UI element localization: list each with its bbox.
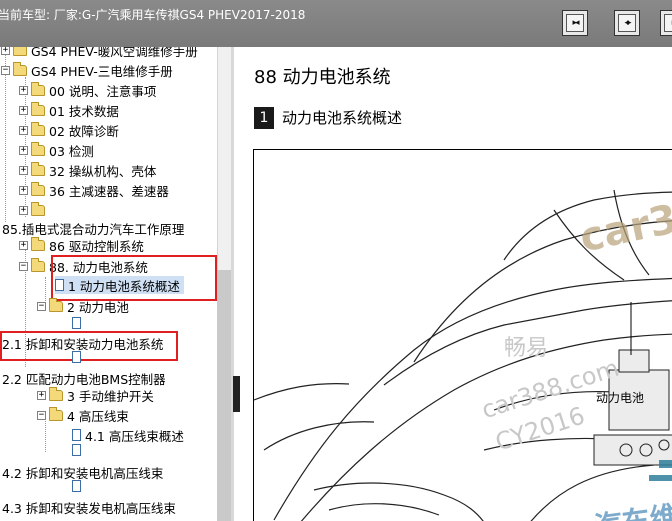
section-title: 动力电池系统概述 <box>282 109 403 127</box>
collapse-icon[interactable]: − <box>37 410 46 420</box>
expand-icon[interactable]: + <box>1 47 10 55</box>
tree-item[interactable]: + 00 说明、注意事项 <box>19 81 156 99</box>
folder-icon <box>49 386 63 401</box>
tree-item[interactable]: − GS4 PHEV-三电维修手册 <box>1 61 173 79</box>
tree-item[interactable]: + 01 技术数据 <box>19 101 119 119</box>
tree-item-label: 36 主减速器、差速器 <box>49 183 169 199</box>
folder-open-icon <box>49 406 63 421</box>
expand-icon[interactable]: + <box>37 390 46 400</box>
pane-left-icon: ▸ <box>664 14 672 32</box>
tree-item-label: 02 故障诊断 <box>49 123 119 139</box>
tree-item[interactable]: + 32 操纵机构、壳体 <box>19 161 156 179</box>
tree-item-label: 32 操纵机构、壳体 <box>49 163 157 179</box>
tree-item[interactable]: + GS4 PHEV-暖风空调维修手册 <box>1 47 198 59</box>
tree-item[interactable]: 4.1 高压线束概述 <box>72 426 184 444</box>
folder-open-icon <box>49 297 63 312</box>
expand-icon[interactable]: + <box>19 205 28 215</box>
expand-icon[interactable]: + <box>19 240 28 250</box>
collapse-pane-button[interactable]: ▸ <box>660 10 672 36</box>
tree-item-label: 2 动力电池 <box>67 299 129 315</box>
folder-icon <box>31 141 45 156</box>
pane-split-icon: ◂▸ <box>618 14 636 32</box>
tree-item[interactable]: + 03 检测 <box>19 141 94 159</box>
expand-pane-button[interactable]: ▸◂ <box>562 10 588 36</box>
tree-item-label: 4.2 拆卸和安装电机高压线束 <box>2 465 164 481</box>
expand-icon[interactable]: + <box>19 145 28 155</box>
highlight-box <box>51 255 217 301</box>
document-icon[interactable] <box>72 444 81 456</box>
folder-open-icon <box>31 257 45 272</box>
split-pane-button[interactable]: ◂▸ <box>614 10 640 36</box>
tree-item-label: 4.1 高压线束概述 <box>85 428 184 444</box>
battery-diagram: 动力电池 car388 畅易 car388.com CY2016 汽车维 <box>253 149 672 521</box>
document-view: 88 动力电池系统 1 动力电池系统概述 动力电池 car388 畅易 car3… <box>240 47 672 521</box>
vehicle-label: 当前车型: 厂家:G-广汽乘用车传祺GS4 PHEV2017-2018 <box>0 8 306 22</box>
tree-item-label: 4.3 拆卸和安装发电机高压线束 <box>2 500 176 516</box>
tree-item-label: 01 技术数据 <box>49 103 119 119</box>
tree-item-label: 4 高压线束 <box>67 408 129 424</box>
folder-icon <box>31 161 45 176</box>
scrollbar-thumb[interactable] <box>217 270 231 521</box>
pane-splitter[interactable] <box>231 47 234 521</box>
collapse-icon[interactable]: − <box>19 261 28 271</box>
folder-icon <box>31 201 45 216</box>
folder-icon <box>31 101 45 116</box>
folder-icon <box>31 236 45 251</box>
highlight-box <box>0 331 178 361</box>
tree-item[interactable]: − 4 高压线束 <box>37 406 129 424</box>
document-icon[interactable] <box>72 317 81 329</box>
tree-item[interactable]: 4.3 拆卸和安装发电机高压线束 <box>2 498 176 516</box>
folder-open-icon <box>13 61 27 76</box>
collapse-icon[interactable]: − <box>1 65 10 75</box>
battery-label: 动力电池 <box>596 391 645 405</box>
tree-item-label: 00 说明、注意事项 <box>49 83 157 99</box>
document-icon <box>72 429 81 441</box>
collapse-icon[interactable]: − <box>37 301 46 311</box>
expand-icon[interactable]: + <box>19 105 28 115</box>
expand-icon[interactable]: + <box>19 185 28 195</box>
tree-item-label: 03 检测 <box>49 143 94 159</box>
document-icon[interactable] <box>72 480 81 492</box>
folder-icon <box>31 121 45 136</box>
tree-item[interactable]: − 2 动力电池 <box>37 297 129 315</box>
folder-icon <box>31 81 45 96</box>
top-toolbar: 当前车型: 厂家:G-广汽乘用车传祺GS4 PHEV2017-2018 ▸◂ ◂… <box>0 0 672 47</box>
tree-item-label: GS4 PHEV-三电维修手册 <box>31 63 173 79</box>
folder-icon <box>31 181 45 196</box>
tree-item[interactable]: + 36 主减速器、差速器 <box>19 181 169 199</box>
expand-icon[interactable]: + <box>19 85 28 95</box>
tree-item[interactable]: + 3 手动维护开关 <box>37 386 154 404</box>
document-icon[interactable] <box>72 351 81 363</box>
manual-tree: + GS4 PHEV-暖风空调维修手册 − GS4 PHEV-三电维修手册 + … <box>0 47 217 521</box>
tree-item-label: 3 手动维护开关 <box>67 388 154 404</box>
tree-item[interactable]: + 86 驱动控制系统 <box>19 236 144 254</box>
tree-item[interactable]: + <box>19 201 49 219</box>
pane-right-icon: ▸◂ <box>566 14 584 32</box>
folder-icon <box>13 47 27 56</box>
section-number: 1 <box>254 107 274 129</box>
expand-icon[interactable]: + <box>19 165 28 175</box>
splitter-grip[interactable] <box>233 376 240 412</box>
tree-item[interactable]: 4.2 拆卸和安装电机高压线束 <box>2 463 163 481</box>
chapter-title: 88 动力电池系统 <box>254 67 391 88</box>
car-line-drawing <box>254 189 672 521</box>
tree-item-label: GS4 PHEV-暖风空调维修手册 <box>31 47 198 59</box>
tree-item[interactable]: + 02 故障诊断 <box>19 121 119 139</box>
tree-item[interactable]: 2.2 匹配动力电池BMS控制器 <box>2 369 166 387</box>
tree-item[interactable]: 85.插电式混合动力汽车工作原理 <box>2 219 184 237</box>
expand-icon[interactable]: + <box>19 125 28 135</box>
watermark-text: 畅易 <box>504 336 549 361</box>
tree-item-label: 86 驱动控制系统 <box>49 238 144 254</box>
